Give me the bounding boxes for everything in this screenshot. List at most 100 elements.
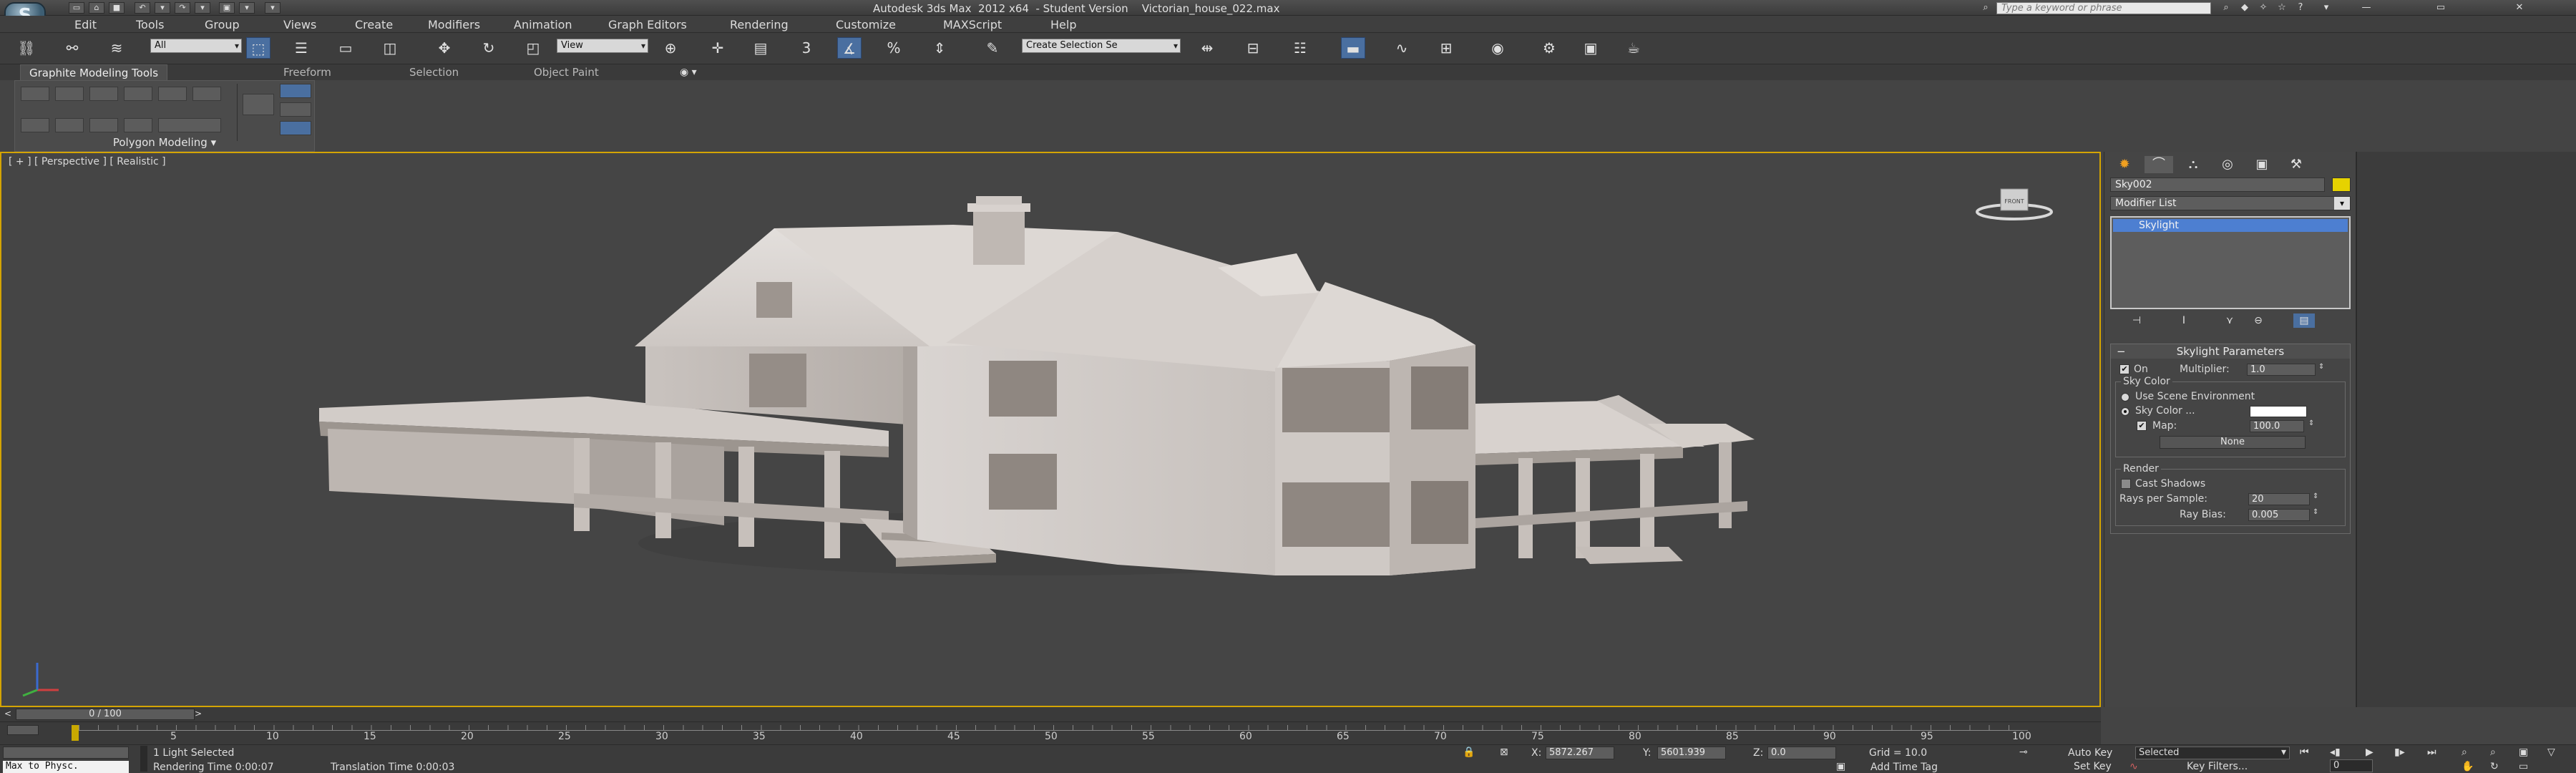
named-selection-set-select[interactable]: Create Selection Se [1022, 39, 1181, 53]
next-frame-icon[interactable]: ▮▸ [2394, 747, 2405, 758]
hierarchy-tab-icon[interactable]: ⛬ [2179, 156, 2207, 173]
absolute-mode-icon[interactable]: ⊠ [1500, 747, 1508, 758]
select-and-move-icon[interactable]: ✥ [432, 37, 457, 59]
ribbon-tool-button[interactable] [21, 118, 49, 132]
maxscript-listener-top[interactable] [3, 747, 129, 759]
angle-snap-icon[interactable]: ∡ [837, 37, 862, 59]
graphite-toggle-icon[interactable]: ▬ [1341, 37, 1365, 59]
select-by-name-icon[interactable]: ☰ [289, 37, 313, 59]
object-name-field[interactable]: Sky002 [2110, 178, 2325, 192]
configure-modifier-sets-icon[interactable]: ▤ [2293, 313, 2315, 328]
mirror-icon[interactable]: ⇹ [1195, 37, 1219, 59]
pan-view-icon[interactable]: ✋ [2462, 761, 2474, 772]
ribbon-tool-button[interactable] [158, 87, 187, 101]
reference-coordinate-select[interactable]: View [557, 39, 648, 53]
snaps-toggle-icon[interactable]: 3 [794, 37, 819, 59]
keyword-search-input[interactable]: Type a keyword or phrase [1996, 2, 2211, 14]
infocenter-search-icon[interactable]: ⌕ [1978, 2, 1994, 14]
ribbon-tool-button[interactable] [158, 118, 221, 132]
remove-modifier-icon[interactable]: ⊖ [2248, 313, 2269, 328]
tab-object-paint[interactable]: Object Paint [525, 64, 608, 80]
make-unique-icon[interactable]: ⋎ [2219, 313, 2240, 328]
rectangular-selection-icon[interactable]: ▭ [333, 37, 358, 59]
spinner-icon[interactable]: ⇕ [2313, 508, 2318, 516]
undo-icon[interactable]: ↶ [135, 2, 150, 14]
ribbon-tool-button[interactable] [55, 87, 84, 101]
perspective-viewport[interactable]: [ + ] [ Perspective ] [ Realistic ] FRON… [0, 152, 2101, 707]
menu-help[interactable]: Help [1050, 18, 1076, 31]
previous-frame-icon[interactable]: < [4, 709, 11, 719]
house-model[interactable] [1, 153, 2099, 706]
menu-animation[interactable]: Animation [514, 18, 572, 31]
map-none-button[interactable]: None [2160, 436, 2306, 449]
pivot-center-icon[interactable]: ⊕ [658, 37, 683, 59]
rollout-title[interactable]: − Skylight Parameters [2111, 344, 2350, 359]
display-tab-icon[interactable]: ▣ [2248, 156, 2276, 173]
spinner-icon[interactable]: ⇕ [2308, 419, 2314, 427]
tab-selection[interactable]: Selection [401, 64, 467, 80]
z-coord-input[interactable]: 0.0 [1767, 747, 1836, 759]
current-frame-input[interactable]: 0 [2330, 759, 2373, 772]
use-scene-env-radio[interactable] [2121, 393, 2129, 402]
bind-to-space-warp-icon[interactable]: ≋ [104, 37, 129, 59]
close-icon[interactable]: ✕ [2512, 2, 2527, 14]
redo-icon[interactable]: ↷ [175, 2, 190, 14]
subscription-icon[interactable]: ◆ [2237, 2, 2253, 14]
maxscript-mini-listener[interactable]: Max to Physc. [3, 761, 129, 773]
select-manipulate-icon[interactable]: ✛ [706, 37, 730, 59]
rays-per-sample-input[interactable]: 20 [2248, 493, 2310, 505]
project-folder-icon[interactable]: ▣ [219, 2, 235, 14]
zoom-icon[interactable]: ⌕ [2462, 747, 2467, 758]
stack-item-skylight[interactable]: Skylight [2113, 219, 2348, 232]
schematic-view-icon[interactable]: ⊞ [1434, 37, 1458, 59]
ribbon-tool-button[interactable] [280, 121, 311, 135]
auto-key-button[interactable]: Auto Key [2068, 747, 2112, 759]
motion-tab-icon[interactable]: ◎ [2213, 156, 2242, 173]
go-to-end-icon[interactable]: ⏭ [2427, 747, 2436, 758]
ribbon-tool-button[interactable] [280, 102, 311, 117]
curve-editor-icon[interactable]: ∿ [1390, 37, 1414, 59]
window-crossing-icon[interactable]: ◫ [378, 37, 402, 59]
maximize-icon[interactable]: ▭ [2433, 2, 2449, 14]
layer-manager-icon[interactable]: ☷ [1288, 37, 1312, 59]
cast-shadows-checkbox[interactable] [2121, 479, 2131, 489]
go-to-start-icon[interactable]: ⏮ [2300, 747, 2309, 758]
render-production-icon[interactable]: ☕ [1621, 37, 1646, 59]
ribbon-tool-button[interactable] [124, 118, 152, 132]
percent-snap-icon[interactable]: % [882, 37, 906, 59]
modify-tab-icon[interactable]: ⌒ [2145, 156, 2173, 173]
new-file-icon[interactable]: ▭ [69, 2, 84, 14]
edit-named-selection-icon[interactable]: ✎ [980, 37, 1005, 59]
field-of-view-icon[interactable]: ▽ [2547, 747, 2555, 758]
selection-filter-select[interactable]: All [150, 39, 242, 53]
align-icon[interactable]: ⊟ [1241, 37, 1265, 59]
sky-color-radio[interactable] [2121, 407, 2129, 416]
customize-qa-icon[interactable]: ▾ [265, 2, 280, 14]
menu-modifiers[interactable]: Modifiers [428, 18, 480, 31]
open-file-icon[interactable]: ⌂ [89, 2, 104, 14]
tab-freeform[interactable]: Freeform [275, 64, 340, 80]
map-checkbox[interactable]: ✔ [2137, 421, 2147, 431]
x-coord-input[interactable]: 5872.267 [1546, 747, 1614, 759]
tab-graphite-modeling-tools[interactable]: Graphite Modeling Tools [20, 64, 168, 80]
ribbon-tool-button[interactable] [55, 118, 84, 132]
zoom-all-icon[interactable]: ⌕ [2490, 747, 2496, 758]
add-time-tag-button[interactable]: Add Time Tag [1870, 762, 1938, 773]
select-and-rotate-icon[interactable]: ↻ [477, 37, 501, 59]
multiplier-input[interactable]: 1.0 [2247, 364, 2316, 376]
set-key-filter-icon[interactable]: ⊸ [2019, 747, 2028, 758]
auto-key-mode-select[interactable]: Selected [2135, 747, 2290, 759]
key-filters-button[interactable]: Key Filters... [2187, 761, 2248, 772]
ribbon-minimize-icon[interactable]: ◉ ▾ [680, 67, 697, 78]
pin-stack-icon[interactable]: ⊣ [2126, 313, 2147, 328]
next-frame-icon[interactable]: > [195, 709, 202, 719]
utilities-tab-icon[interactable]: ⚒ [2282, 156, 2311, 173]
quick-access-dropdown-icon[interactable]: ▾ [239, 2, 255, 14]
menu-views[interactable]: Views [283, 18, 316, 31]
orbit-icon[interactable]: ↻ [2490, 761, 2499, 772]
favorites-icon[interactable]: ☆ [2274, 2, 2290, 14]
ribbon-panel-label[interactable]: Polygon Modeling ▾ [14, 136, 315, 150]
modifier-list-select[interactable]: Modifier List ▾ [2110, 196, 2351, 210]
menu-graph-editors[interactable]: Graph Editors [608, 18, 687, 31]
create-tab-icon[interactable]: ✹ [2110, 156, 2139, 173]
